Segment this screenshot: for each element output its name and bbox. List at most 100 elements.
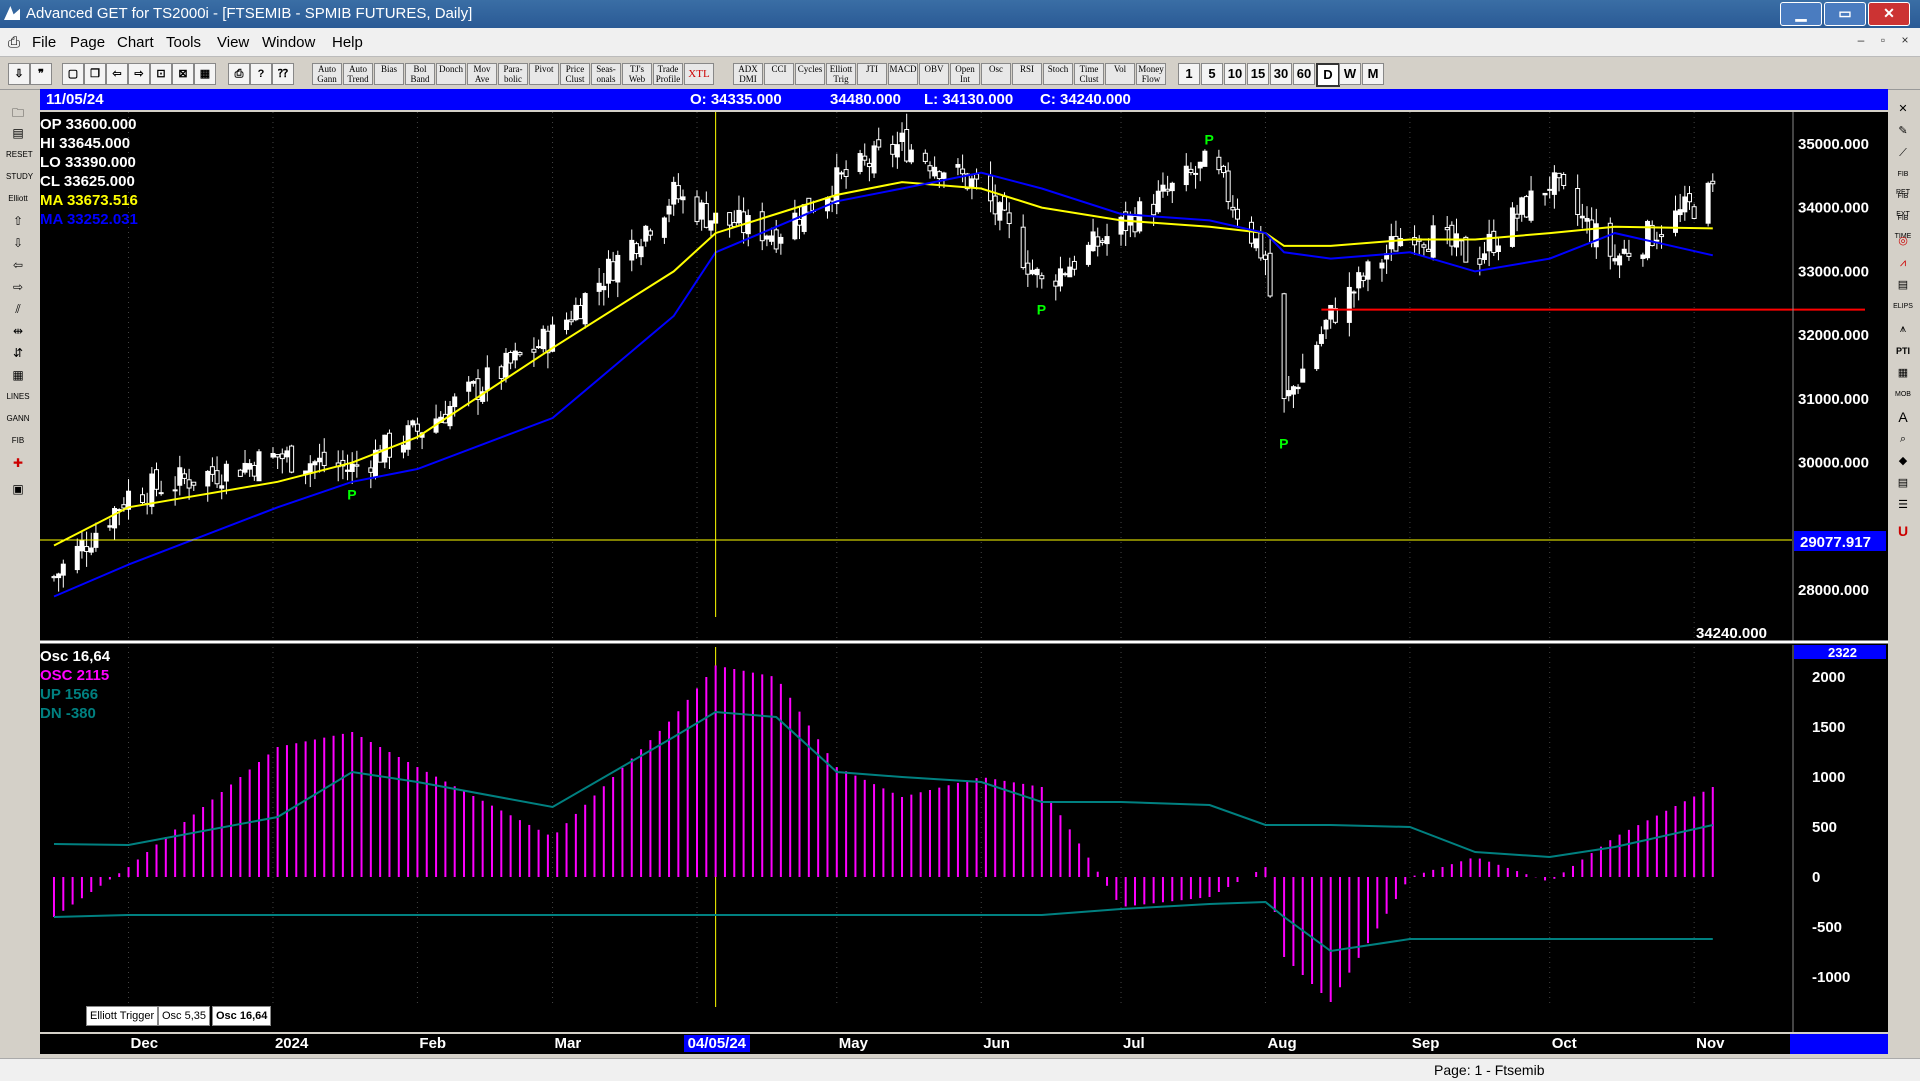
price-bar-body[interactable]	[1640, 254, 1646, 259]
price-bar-body[interactable]	[1379, 262, 1385, 269]
fib-ret-tool-icon[interactable]: FIB RET	[1892, 166, 1914, 196]
price-bar-body[interactable]	[1090, 231, 1096, 252]
price-bar-body[interactable]	[1029, 269, 1035, 275]
price-bar-body[interactable]	[759, 211, 765, 242]
price-bar-body[interactable]	[60, 563, 66, 576]
price-bar-body[interactable]	[1062, 273, 1068, 276]
price-bar-body[interactable]	[1463, 236, 1469, 263]
price-bar-body[interactable]	[1095, 236, 1101, 247]
price-bar-body[interactable]	[312, 461, 318, 466]
list-tool-icon[interactable]: ☰	[1892, 496, 1914, 514]
price-bar-body[interactable]	[56, 573, 62, 579]
price-bar-body[interactable]	[1221, 165, 1227, 174]
interval-button-m[interactable]: M	[1362, 63, 1384, 85]
price-bar-body[interactable]	[121, 504, 127, 509]
price-bar-body[interactable]	[1430, 225, 1436, 258]
price-bar-body[interactable]	[1388, 236, 1394, 250]
tab-elliott-trigger[interactable]: Elliott Trigger	[86, 1006, 159, 1026]
price-bar-body[interactable]	[936, 171, 942, 180]
cycle-tool-icon[interactable]: ⫽	[6, 300, 30, 318]
price-bar-body[interactable]	[927, 165, 933, 172]
price-bar-body[interactable]	[242, 462, 248, 473]
interval-button-w[interactable]: W	[1339, 63, 1361, 85]
price-bar-body[interactable]	[1248, 221, 1254, 244]
price-bar-body[interactable]	[386, 432, 392, 458]
price-bar-body[interactable]	[1267, 252, 1273, 297]
arc-tool-icon[interactable]: ◎	[1892, 232, 1914, 250]
price-bar-body[interactable]	[857, 153, 863, 172]
study-button-bias[interactable]: Bias	[374, 63, 404, 85]
price-bar-body[interactable]	[988, 175, 994, 202]
study-button-mov-ave[interactable]: Mov Ave	[467, 63, 497, 85]
study-button-cycles[interactable]: Cycles	[795, 63, 825, 85]
price-bar-body[interactable]	[843, 169, 849, 177]
menu-help[interactable]: Help	[332, 34, 363, 51]
study-button-cci[interactable]: CCI	[764, 63, 794, 85]
price-bar-body[interactable]	[470, 381, 476, 384]
text-tool-icon[interactable]: A	[1892, 408, 1914, 426]
price-bar-body[interactable]	[1104, 236, 1110, 245]
price-bar-body[interactable]	[368, 467, 374, 473]
close-button[interactable]: ✕	[1868, 2, 1910, 26]
pivot-marker[interactable]: P	[347, 486, 356, 502]
price-bar-body[interactable]	[191, 481, 197, 486]
price-bar-body[interactable]	[610, 261, 616, 281]
price-bar-body[interactable]	[1188, 168, 1194, 174]
price-bar-body[interactable]	[922, 152, 928, 162]
tab-osc-16-64[interactable]: Osc 16,64	[212, 1006, 272, 1026]
price-bar-body[interactable]	[1449, 224, 1455, 247]
erase-icon[interactable]: ⊠	[172, 63, 194, 85]
price-bar-body[interactable]	[1561, 173, 1567, 186]
price-bar-body[interactable]	[140, 494, 146, 504]
price-bar-body[interactable]	[503, 352, 509, 378]
price-bar-body[interactable]	[1290, 386, 1296, 395]
price-bar-body[interactable]	[1514, 213, 1520, 219]
price-bar-body[interactable]	[573, 304, 579, 321]
price-bar-body[interactable]	[88, 547, 94, 553]
price-bar-body[interactable]	[736, 209, 742, 224]
tab-scroll-right[interactable]: ▶	[62, 1006, 71, 1020]
interval-button-1[interactable]: 1	[1178, 63, 1200, 85]
price-bar-body[interactable]	[414, 423, 420, 432]
price-bar-body[interactable]	[498, 366, 504, 380]
expand-tool-icon[interactable]: ⇹	[6, 322, 30, 340]
price-bar-body[interactable]	[1481, 253, 1487, 260]
price-bar-body[interactable]	[1057, 268, 1063, 287]
price-bar-body[interactable]	[289, 445, 295, 473]
context-help-icon[interactable]: ⁇	[272, 63, 294, 85]
study-tool-icon[interactable]: STUDY	[6, 168, 33, 186]
price-bar-body[interactable]	[307, 463, 313, 474]
price-bar-body[interactable]	[275, 454, 281, 458]
study-button-pivot[interactable]: Pivot	[529, 63, 559, 85]
mdi-restore-button[interactable]: ▫	[1874, 33, 1892, 51]
cross-cursor-icon[interactable]: ✕	[1892, 100, 1914, 118]
price-bar-body[interactable]	[223, 463, 229, 482]
price-bar-body[interactable]	[894, 144, 900, 158]
new-page-icon[interactable]: ▢	[62, 63, 84, 85]
interval-button-15[interactable]: 15	[1247, 63, 1269, 85]
price-bar-body[interactable]	[256, 451, 262, 482]
price-bar-body[interactable]	[834, 167, 840, 205]
price-bar-body[interactable]	[629, 239, 635, 261]
price-bar-body[interactable]	[1528, 190, 1534, 221]
price-bar-body[interactable]	[1025, 262, 1031, 275]
pitchfork-tool-icon[interactable]: ⩚	[1892, 320, 1914, 338]
price-bar-body[interactable]	[1556, 172, 1562, 179]
price-bar-body[interactable]	[1509, 207, 1515, 247]
price-bar-body[interactable]	[1365, 261, 1371, 280]
price-bar-body[interactable]	[251, 464, 257, 477]
study-button-trade-profile[interactable]: Trade Profile	[653, 63, 683, 85]
study-button-tj-s-web[interactable]: TJ's Web	[622, 63, 652, 85]
price-bar-body[interactable]	[997, 202, 1003, 221]
price-bar-body[interactable]	[1020, 226, 1026, 269]
fib-ext-tool-icon[interactable]: FIB EXT	[1892, 188, 1914, 218]
price-bar-body[interactable]	[1673, 210, 1679, 233]
study-button-donch[interactable]: Donch	[436, 63, 466, 85]
price-bar-body[interactable]	[1034, 268, 1040, 276]
fan-tool-icon[interactable]: ⩘	[1892, 254, 1914, 272]
price-bar-body[interactable]	[1444, 227, 1450, 231]
price-bar-body[interactable]	[1132, 215, 1138, 233]
price-bar-body[interactable]	[1682, 196, 1688, 213]
price-bar-body[interactable]	[1183, 165, 1189, 186]
price-bar-body[interactable]	[1491, 230, 1497, 254]
